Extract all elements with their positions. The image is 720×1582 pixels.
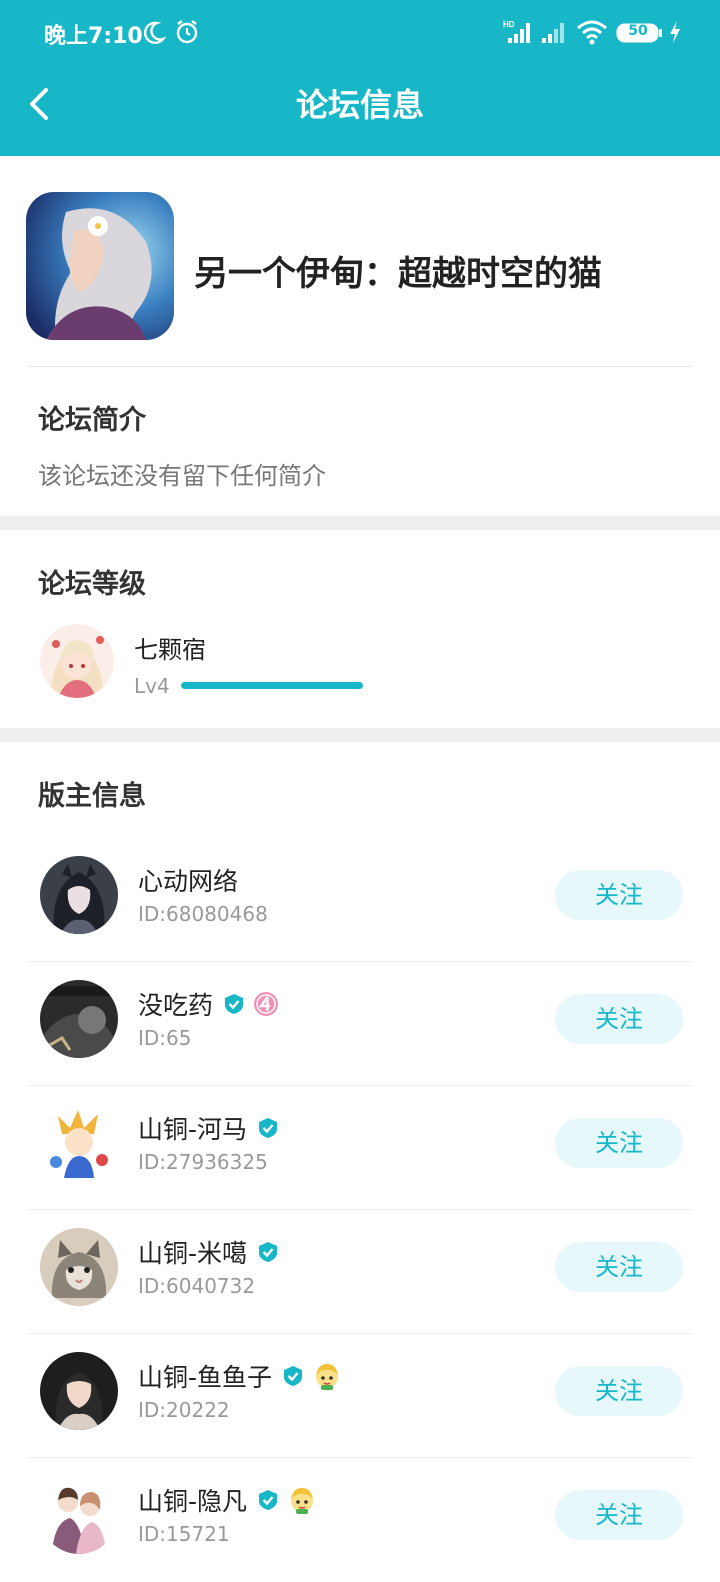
follow-button[interactable]: 关注	[555, 1490, 683, 1540]
moderator-name: 没吃药	[138, 986, 279, 1022]
moderator-id: ID:65	[138, 1026, 192, 1050]
forum-name: 另一个伊甸：超越时空的猫	[194, 254, 602, 294]
moderator-avatar	[40, 980, 118, 1058]
moderator-avatar	[40, 856, 118, 934]
forum-icon	[26, 192, 174, 340]
moderator-id: ID:6040732	[138, 1274, 256, 1298]
moderators-title: 版主信息	[38, 781, 146, 812]
follow-button[interactable]: 关注	[555, 870, 683, 920]
intro-title: 论坛简介	[38, 405, 146, 436]
follow-button[interactable]: 关注	[555, 1242, 683, 1292]
level-label: Lv4	[134, 674, 170, 698]
moderator-avatar	[40, 1104, 118, 1182]
moderator-row: 山铜-鱼鱼子 ID:20222 关注	[0, 1334, 720, 1458]
moderator-id: ID:27936325	[138, 1150, 268, 1174]
moderator-row: 山铜-河马 ID:27936325 关注	[0, 1086, 720, 1210]
moderator-avatar	[40, 1228, 118, 1306]
moderator-name: 山铜-米噶	[138, 1234, 279, 1270]
follow-button[interactable]: 关注	[555, 994, 683, 1044]
moderator-row: 心动网络 ID:68080468 关注	[0, 838, 720, 962]
girl-emoji-icon	[291, 1488, 314, 1514]
verified-icon	[259, 1242, 278, 1262]
wifi-icon	[577, 20, 607, 45]
moderator-name: 山铜-鱼鱼子	[138, 1358, 342, 1394]
signal-hd-icon: HD	[503, 20, 530, 43]
moderator-avatar	[40, 1476, 118, 1554]
follow-button[interactable]: 关注	[555, 1118, 683, 1168]
verified-icon	[284, 1366, 303, 1386]
forum-header: 另一个伊甸：超越时空的猫	[0, 156, 720, 368]
moderator-id: ID:15721	[138, 1522, 230, 1546]
follow-button[interactable]: 关注	[555, 1366, 683, 1416]
moderator-name: 山铜-河马	[138, 1110, 279, 1146]
level-name: 七颗宿	[134, 636, 206, 664]
moderator-row: 山铜-隐凡 ID:15721 关注	[0, 1458, 720, 1582]
moderator-row: 山铜-米噶 ID:6040732 关注	[0, 1210, 720, 1334]
page-title: 论坛信息	[295, 86, 424, 124]
section-gap	[0, 516, 720, 530]
moderator-id: ID:20222	[138, 1398, 230, 1422]
moderator-avatar	[40, 1352, 118, 1430]
status-bar: 晚上7:10 HD 50	[0, 0, 720, 66]
moderator-name: 心动网络	[138, 867, 239, 896]
divider	[28, 366, 692, 367]
status-time: 晚上7:10	[44, 24, 143, 49]
verified-icon	[259, 1118, 278, 1138]
level-progress-bar	[181, 682, 363, 689]
moderator-name: 山铜-隐凡	[138, 1482, 317, 1518]
level-avatar	[40, 624, 114, 698]
header-bar: 晚上7:10 HD 50 论坛信息	[0, 0, 720, 156]
moderator-id: ID:68080468	[138, 902, 268, 926]
signal-icon	[542, 23, 564, 43]
moon-icon	[143, 21, 166, 44]
girl-emoji-icon	[316, 1364, 339, 1390]
battery-level: 50	[628, 23, 648, 39]
level-title: 论坛等级	[38, 569, 146, 600]
section-gap	[0, 728, 720, 742]
moderator-row: 没吃药 ID:65 关注	[0, 962, 720, 1086]
svg-text:HD: HD	[503, 20, 515, 29]
charging-icon	[670, 21, 680, 43]
verified-icon	[225, 994, 244, 1014]
verified-icon	[259, 1490, 278, 1510]
alarm-icon	[176, 20, 198, 44]
level-4-badge-icon	[254, 992, 279, 1016]
intro-text: 该论坛还没有留下任何简介	[38, 462, 326, 490]
